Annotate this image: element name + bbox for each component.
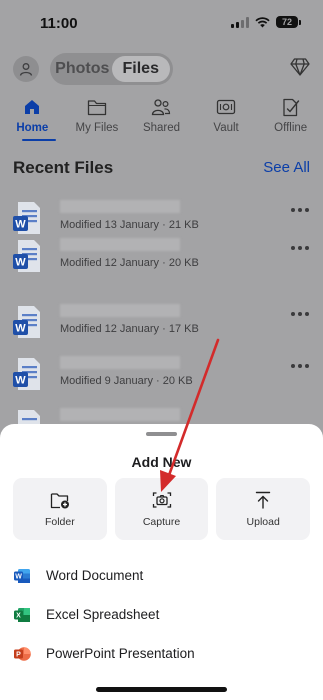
photos-files-switcher: Photos Files bbox=[50, 53, 173, 85]
file-name-redacted bbox=[60, 304, 180, 317]
tab-label-home: Home bbox=[16, 122, 49, 134]
new-folder-button[interactable]: Folder bbox=[13, 478, 107, 540]
sheet-grabber[interactable] bbox=[146, 432, 177, 436]
tab-offline[interactable]: Offline bbox=[258, 96, 323, 142]
new-word-document[interactable]: W Word Document bbox=[0, 556, 323, 595]
word-file-icon: W bbox=[13, 306, 40, 338]
active-tab-indicator bbox=[22, 139, 56, 141]
file-name-redacted bbox=[60, 408, 180, 421]
svg-text:X: X bbox=[16, 612, 21, 619]
offline-icon bbox=[283, 98, 299, 116]
file-name-redacted bbox=[60, 200, 180, 213]
new-item-label: Word Document bbox=[46, 568, 144, 583]
file-meta: Modified 13 January · 21 KB bbox=[60, 219, 199, 231]
segment-files[interactable]: Files bbox=[111, 56, 170, 82]
file-row[interactable]: W Modified 12 January · 20 KB bbox=[0, 234, 323, 292]
new-excel-spreadsheet[interactable]: X Excel Spreadsheet bbox=[0, 595, 323, 634]
excel-icon: X bbox=[14, 607, 30, 622]
more-icon[interactable] bbox=[291, 312, 309, 316]
word-file-icon: W bbox=[13, 202, 40, 234]
tab-my-files[interactable]: My Files bbox=[65, 96, 130, 142]
premium-diamond-icon[interactable] bbox=[290, 58, 310, 76]
file-row[interactable]: W Modified 12 January · 17 KB bbox=[0, 300, 323, 358]
file-meta: Modified 12 January · 17 KB bbox=[60, 323, 199, 335]
action-label-capture: Capture bbox=[142, 516, 181, 528]
folder-icon bbox=[87, 99, 107, 115]
more-icon[interactable] bbox=[291, 364, 309, 368]
tab-home[interactable]: Home bbox=[0, 96, 65, 142]
wifi-icon bbox=[255, 16, 270, 27]
file-name-redacted bbox=[60, 238, 180, 251]
more-icon[interactable] bbox=[291, 208, 309, 212]
nav-tabs: Home My Files Shared Vault Offline bbox=[0, 96, 323, 142]
svg-text:W: W bbox=[15, 257, 26, 269]
add-new-sheet: Add New Folder Capture Upload W Word Doc… bbox=[0, 424, 323, 700]
upload-icon bbox=[255, 491, 271, 509]
word-file-icon: W bbox=[13, 358, 40, 390]
battery-icon: 72 bbox=[276, 16, 301, 28]
action-label-upload: Upload bbox=[246, 516, 280, 528]
capture-button[interactable]: Capture bbox=[114, 478, 209, 540]
sheet-title: Add New bbox=[131, 454, 192, 470]
top-bar: Photos Files bbox=[0, 52, 323, 86]
action-label-folder: Folder bbox=[44, 516, 75, 528]
svg-text:P: P bbox=[16, 651, 21, 658]
status-icons: 72 bbox=[231, 16, 301, 28]
person-icon bbox=[19, 63, 33, 76]
tab-vault[interactable]: Vault bbox=[194, 96, 259, 142]
svg-text:W: W bbox=[15, 323, 26, 335]
svg-text:W: W bbox=[15, 375, 26, 387]
tab-shared[interactable]: Shared bbox=[129, 96, 194, 142]
tab-label-vault: Vault bbox=[213, 122, 239, 134]
recent-files-header: Recent Files See All bbox=[13, 158, 310, 180]
tab-label-shared: Shared bbox=[142, 122, 181, 134]
file-row[interactable]: W Modified 9 January · 20 KB bbox=[0, 352, 323, 410]
cellular-signal-icon bbox=[231, 16, 249, 28]
home-icon bbox=[25, 100, 40, 114]
file-meta: Modified 9 January · 20 KB bbox=[60, 375, 193, 387]
people-icon bbox=[152, 99, 171, 116]
status-bar: 11:00 72 bbox=[0, 0, 323, 46]
tab-label-my-files: My Files bbox=[75, 122, 119, 134]
new-document-list: W Word Document X Excel Spreadsheet P Po… bbox=[0, 556, 323, 673]
new-item-label: PowerPoint Presentation bbox=[46, 646, 195, 661]
avatar[interactable] bbox=[13, 56, 39, 82]
folder-add-icon bbox=[50, 492, 69, 508]
word-file-icon: W bbox=[13, 240, 40, 272]
see-all-link[interactable]: See All bbox=[263, 159, 310, 176]
upload-button[interactable]: Upload bbox=[216, 478, 311, 540]
camera-icon bbox=[152, 492, 171, 508]
svg-text:W: W bbox=[15, 573, 22, 580]
status-time: 11:00 bbox=[40, 15, 78, 32]
file-name-redacted bbox=[60, 356, 180, 369]
more-icon[interactable] bbox=[291, 246, 309, 250]
word-icon: W bbox=[14, 568, 30, 583]
new-item-label: Excel Spreadsheet bbox=[46, 607, 160, 622]
svg-text:W: W bbox=[15, 219, 26, 231]
tab-label-offline: Offline bbox=[274, 122, 308, 134]
quick-actions: Folder Capture Upload bbox=[13, 478, 311, 540]
segment-photos[interactable]: Photos bbox=[53, 56, 112, 82]
file-meta: Modified 12 January · 20 KB bbox=[60, 257, 199, 269]
new-powerpoint-presentation[interactable]: P PowerPoint Presentation bbox=[0, 634, 323, 673]
powerpoint-icon: P bbox=[14, 646, 31, 661]
battery-level: 72 bbox=[276, 16, 298, 28]
vault-icon bbox=[216, 99, 236, 115]
home-indicator[interactable] bbox=[96, 687, 227, 692]
